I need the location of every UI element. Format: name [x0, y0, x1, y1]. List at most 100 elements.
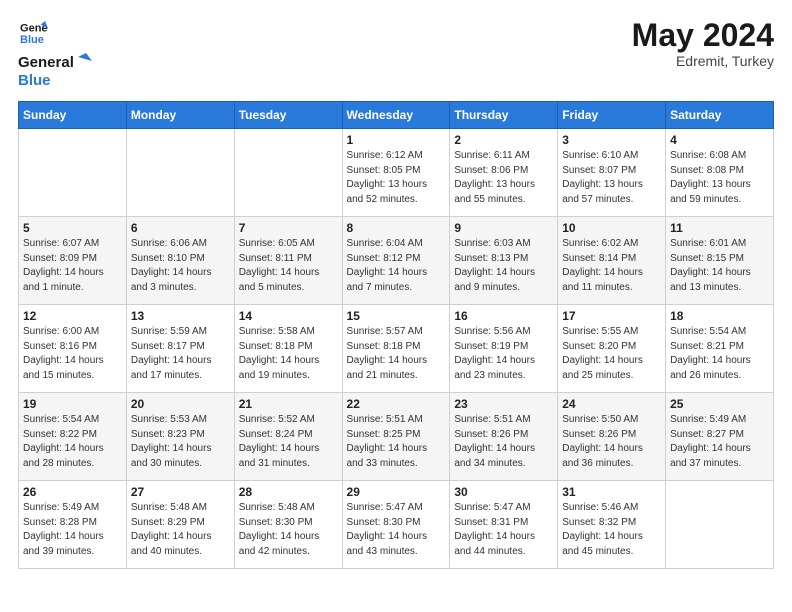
day-cell: 10 Sunrise: 6:02 AMSunset: 8:14 PMDayligh…: [558, 217, 666, 305]
day-info: Sunrise: 5:47 AMSunset: 8:30 PMDaylight:…: [347, 501, 446, 559]
day-number: 4: [670, 133, 769, 147]
day-info: Sunrise: 6:01 AMSunset: 8:15 PMDaylight:…: [670, 237, 769, 295]
day-number: 24: [562, 397, 661, 411]
day-number: 29: [347, 485, 446, 499]
day-info: Sunrise: 5:49 AMSunset: 8:27 PMDaylight:…: [670, 413, 769, 471]
day-number: 27: [131, 485, 230, 499]
day-cell: 24Sunrise: 5:50 AMSunset: 8:26 PMDayligh…: [558, 393, 666, 481]
day-cell: 16Sunrise: 5:56 AMSunset: 8:19 PMDayligh…: [450, 305, 558, 393]
day-cell: 9Sunrise: 6:03 AMSunset: 8:13 PMDaylight…: [450, 217, 558, 305]
day-info: Sunrise: 5:48 AMSunset: 8:30 PMDaylight:…: [239, 501, 338, 559]
day-number: 22: [347, 397, 446, 411]
day-cell: 30 Sunrise: 5:47 AMSunset: 8:31 PMDayligh…: [450, 481, 558, 569]
column-header-saturday: Saturday: [666, 102, 774, 129]
day-number: 17: [562, 309, 661, 323]
day-cell: 22 Sunrise: 5:51 AMSunset: 8:25 PMDayligh…: [342, 393, 450, 481]
day-info: Sunrise: 5:49 AMSunset: 8:28 PMDaylight:…: [23, 501, 122, 559]
day-info: Sunrise: 6:04 AMSunset: 8:12 PMDaylight:…: [347, 237, 446, 295]
day-cell: 19 Sunrise: 5:54 AMSunset: 8:22 PMDayligh…: [19, 393, 127, 481]
column-header-monday: Monday: [126, 102, 234, 129]
column-header-tuesday: Tuesday: [234, 102, 342, 129]
day-number: 20: [131, 397, 230, 411]
day-cell: 15Sunrise: 5:57 AMSunset: 8:18 PMDayligh…: [342, 305, 450, 393]
day-number: 19: [23, 397, 122, 411]
day-info: Sunrise: 5:51 AMSunset: 8:26 PMDaylight:…: [454, 413, 553, 471]
day-number: 7: [239, 221, 338, 235]
day-number: 14: [239, 309, 338, 323]
column-header-sunday: Sunday: [19, 102, 127, 129]
svg-text:Blue: Blue: [18, 72, 51, 89]
title-block: May 2024 Edremit, Turkey: [632, 18, 774, 69]
day-info: Sunrise: 5:59 AMSunset: 8:17 PMDaylight:…: [131, 325, 230, 383]
day-info: Sunrise: 5:52 AMSunset: 8:24 PMDaylight:…: [239, 413, 338, 471]
day-info: Sunrise: 5:47 AMSunset: 8:31 PMDaylight:…: [454, 501, 553, 559]
day-number: 31: [562, 485, 661, 499]
day-number: 2: [454, 133, 553, 147]
logo-full: General Blue: [18, 51, 98, 91]
day-info: Sunrise: 6:02 AMSunset: 8:14 PMDaylight:…: [562, 237, 661, 295]
day-cell: 11 Sunrise: 6:01 AMSunset: 8:15 PMDayligh…: [666, 217, 774, 305]
day-info: Sunrise: 6:11 AMSunset: 8:06 PMDaylight:…: [454, 149, 553, 207]
day-cell: 18 Sunrise: 5:54 AMSunset: 8:21 PMDayligh…: [666, 305, 774, 393]
day-number: 30: [454, 485, 553, 499]
calendar-table: SundayMondayTuesdayWednesdayThursdayFrid…: [18, 101, 774, 569]
location-subtitle: Edremit, Turkey: [632, 53, 774, 69]
day-number: 6: [131, 221, 230, 235]
month-title: May 2024: [632, 18, 774, 53]
logo: General Blue General Blue: [18, 18, 98, 91]
day-number: 12: [23, 309, 122, 323]
day-number: 11: [670, 221, 769, 235]
day-cell: [126, 129, 234, 217]
day-info: Sunrise: 5:58 AMSunset: 8:18 PMDaylight:…: [239, 325, 338, 383]
day-info: Sunrise: 5:53 AMSunset: 8:23 PMDaylight:…: [131, 413, 230, 471]
day-cell: 4 Sunrise: 6:08 AMSunset: 8:08 PMDaylight…: [666, 129, 774, 217]
day-cell: 6 Sunrise: 6:06 AMSunset: 8:10 PMDaylight…: [126, 217, 234, 305]
day-cell: 23Sunrise: 5:51 AMSunset: 8:26 PMDayligh…: [450, 393, 558, 481]
day-number: 1: [347, 133, 446, 147]
day-cell: 8 Sunrise: 6:04 AMSunset: 8:12 PMDaylight…: [342, 217, 450, 305]
day-cell: 7 Sunrise: 6:05 AMSunset: 8:11 PMDaylight…: [234, 217, 342, 305]
day-number: 26: [23, 485, 122, 499]
svg-text:Blue: Blue: [20, 34, 44, 46]
day-number: 5: [23, 221, 122, 235]
day-info: Sunrise: 6:06 AMSunset: 8:10 PMDaylight:…: [131, 237, 230, 295]
day-info: Sunrise: 5:54 AMSunset: 8:21 PMDaylight:…: [670, 325, 769, 383]
day-number: 16: [454, 309, 553, 323]
day-cell: 12 Sunrise: 6:00 AMSunset: 8:16 PMDayligh…: [19, 305, 127, 393]
day-number: 3: [562, 133, 661, 147]
day-cell: 14 Sunrise: 5:58 AMSunset: 8:18 PMDayligh…: [234, 305, 342, 393]
day-info: Sunrise: 6:00 AMSunset: 8:16 PMDaylight:…: [23, 325, 122, 383]
day-number: 21: [239, 397, 338, 411]
week-row-5: 26 Sunrise: 5:49 AMSunset: 8:28 PMDayligh…: [19, 481, 774, 569]
day-cell: [19, 129, 127, 217]
day-number: 9: [454, 221, 553, 235]
svg-text:General: General: [18, 54, 74, 71]
day-info: Sunrise: 5:51 AMSunset: 8:25 PMDaylight:…: [347, 413, 446, 471]
header: General Blue General Blue May 2024 Edrem…: [18, 18, 774, 91]
day-cell: 31Sunrise: 5:46 AMSunset: 8:32 PMDayligh…: [558, 481, 666, 569]
week-row-3: 12 Sunrise: 6:00 AMSunset: 8:16 PMDayligh…: [19, 305, 774, 393]
day-cell: 20 Sunrise: 5:53 AMSunset: 8:23 PMDayligh…: [126, 393, 234, 481]
page: General Blue General Blue May 2024 Edrem…: [0, 0, 792, 612]
day-cell: 29 Sunrise: 5:47 AMSunset: 8:30 PMDayligh…: [342, 481, 450, 569]
day-info: Sunrise: 5:54 AMSunset: 8:22 PMDaylight:…: [23, 413, 122, 471]
day-info: Sunrise: 6:05 AMSunset: 8:11 PMDaylight:…: [239, 237, 338, 295]
day-number: 10: [562, 221, 661, 235]
column-header-thursday: Thursday: [450, 102, 558, 129]
column-header-friday: Friday: [558, 102, 666, 129]
column-header-wednesday: Wednesday: [342, 102, 450, 129]
day-cell: 3Sunrise: 6:10 AMSunset: 8:07 PMDaylight…: [558, 129, 666, 217]
week-row-2: 5 Sunrise: 6:07 AMSunset: 8:09 PMDaylight…: [19, 217, 774, 305]
day-number: 8: [347, 221, 446, 235]
day-info: Sunrise: 6:08 AMSunset: 8:08 PMDaylight:…: [670, 149, 769, 207]
day-cell: 21 Sunrise: 5:52 AMSunset: 8:24 PMDayligh…: [234, 393, 342, 481]
logo-icon: General Blue: [20, 18, 48, 46]
day-info: Sunrise: 6:07 AMSunset: 8:09 PMDaylight:…: [23, 237, 122, 295]
day-cell: 13Sunrise: 5:59 AMSunset: 8:17 PMDayligh…: [126, 305, 234, 393]
day-cell: 17 Sunrise: 5:55 AMSunset: 8:20 PMDayligh…: [558, 305, 666, 393]
day-number: 15: [347, 309, 446, 323]
day-number: 18: [670, 309, 769, 323]
day-cell: 28Sunrise: 5:48 AMSunset: 8:30 PMDayligh…: [234, 481, 342, 569]
day-info: Sunrise: 5:55 AMSunset: 8:20 PMDaylight:…: [562, 325, 661, 383]
day-info: Sunrise: 5:48 AMSunset: 8:29 PMDaylight:…: [131, 501, 230, 559]
